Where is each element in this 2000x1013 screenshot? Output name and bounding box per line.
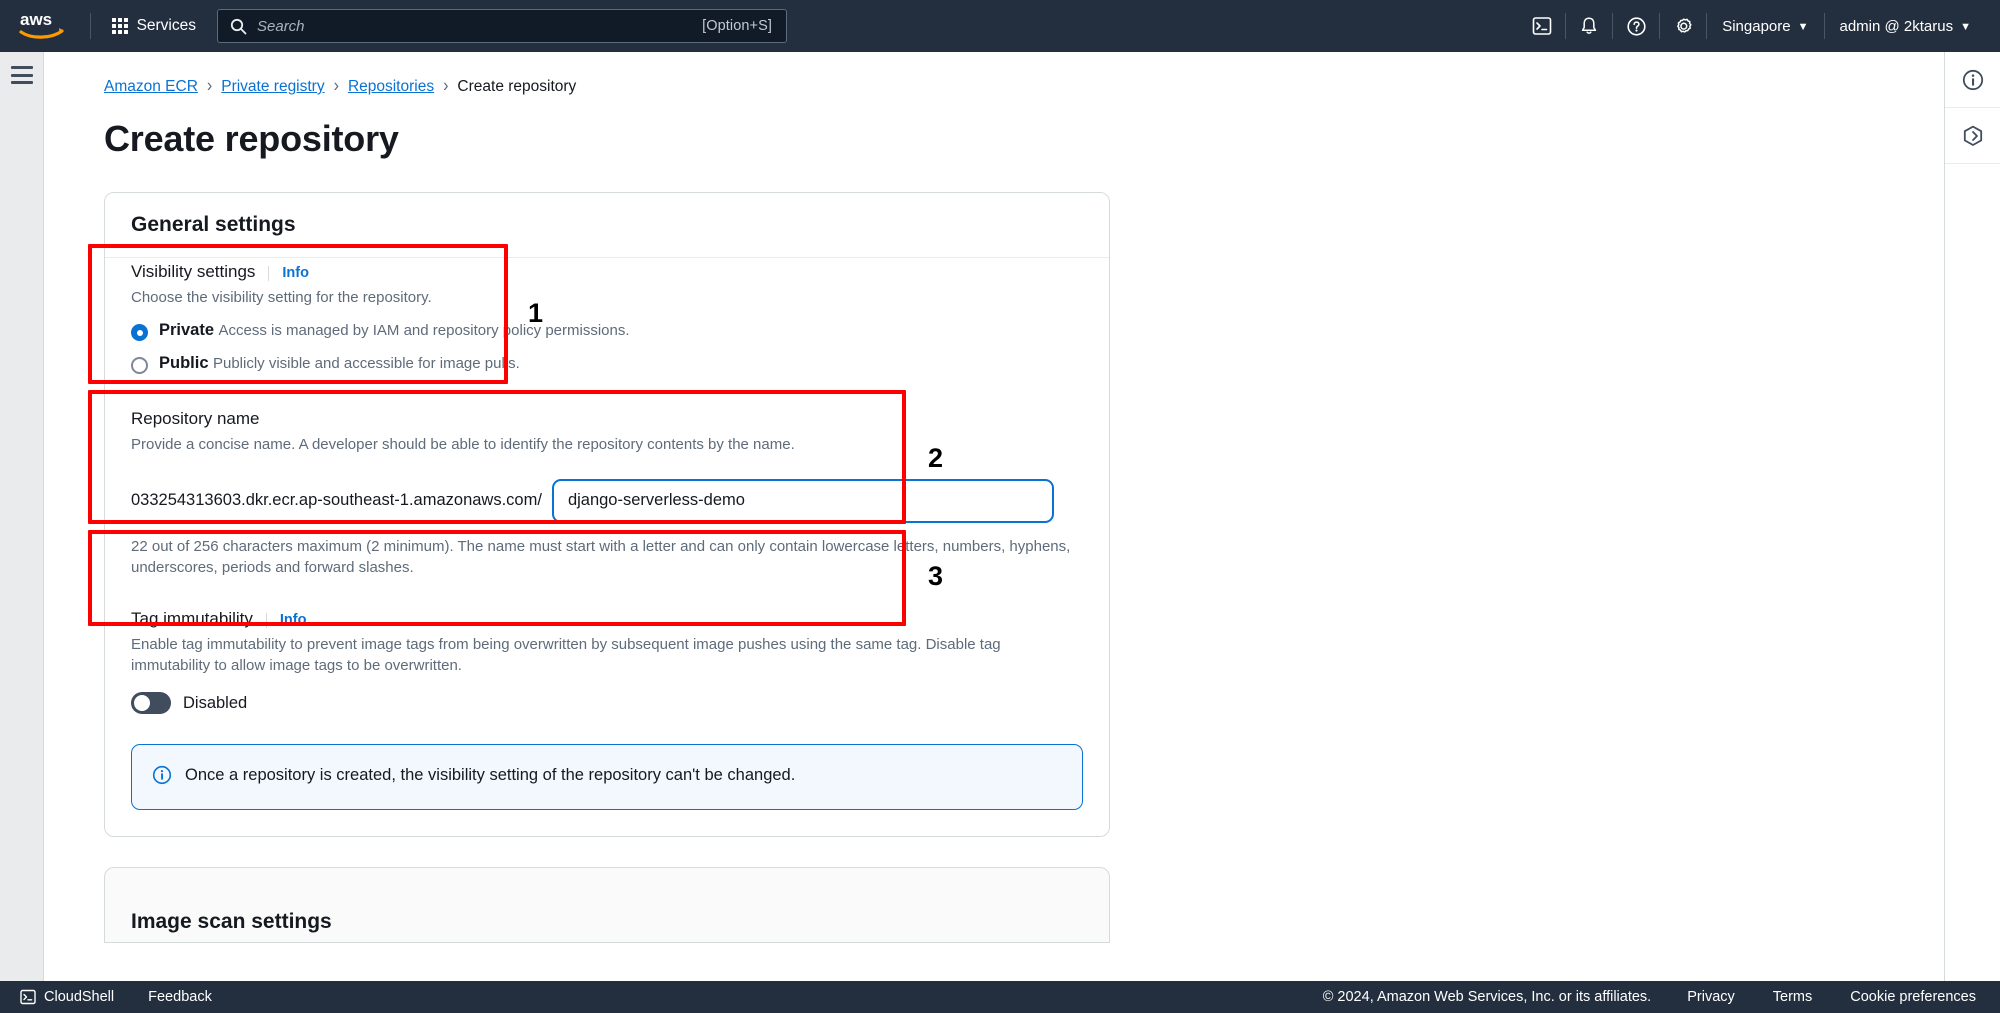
breadcrumb-separator-icon: › — [206, 76, 213, 97]
terms-link[interactable]: Terms — [1771, 985, 1814, 1009]
repository-name-input[interactable] — [551, 478, 1054, 523]
privacy-link[interactable]: Privacy — [1685, 985, 1737, 1009]
page-title: Create repository — [104, 118, 399, 159]
radio-label-private: Private — [159, 321, 215, 339]
radio-indicator-private[interactable] — [131, 324, 148, 341]
footer-left-group: CloudShell Feedback — [14, 985, 214, 1009]
breadcrumb: Amazon ECR › Private registry › Reposito… — [44, 52, 1944, 96]
cloudshell-button[interactable]: CloudShell — [14, 985, 120, 1009]
general-settings-body: Visibility settings Info Choose the visi… — [105, 258, 1109, 836]
main-content-area: Amazon ECR › Private registry › Reposito… — [44, 52, 1944, 981]
info-panel-icon[interactable] — [1945, 52, 2000, 108]
tag-immutability-label-row: Tag immutability Info — [131, 605, 1083, 629]
general-settings-heading: General settings — [131, 213, 296, 236]
chevron-down-icon: ▼ — [1797, 20, 1809, 33]
radio-texts: Private Access is managed by IAM and rep… — [159, 321, 630, 341]
right-tools-rail — [1944, 52, 2000, 981]
account-menu[interactable]: admin @ 2ktarus ▼ — [1825, 0, 1987, 52]
tag-immutability-label: Tag immutability — [131, 609, 253, 628]
tag-immutability-description: Enable tag immutability to prevent image… — [131, 636, 1001, 674]
tag-immutability-info-link[interactable]: Info — [265, 612, 306, 628]
toggle-switch-indicator[interactable] — [131, 692, 171, 714]
visibility-info-alert: Once a repository is created, the visibi… — [131, 744, 1083, 810]
aws-console-page: aws Services [Option+S] — [0, 0, 2000, 1013]
breadcrumb-item-create-repository: Create repository — [457, 78, 577, 95]
annotation-number-3: 3 — [928, 561, 944, 591]
shortcuts-hexagon-icon[interactable] — [1945, 108, 2000, 164]
grid-icon — [112, 18, 128, 34]
breadcrumb-item-private-registry[interactable]: Private registry — [221, 78, 324, 96]
region-selector[interactable]: Singapore ▼ — [1707, 0, 1823, 52]
image-scan-settings-card: Image scan settings — [104, 867, 1110, 943]
breadcrumb-item-repositories[interactable]: Repositories — [348, 78, 434, 96]
visibility-settings-label: Visibility settings — [131, 262, 256, 281]
notifications-bell-icon[interactable] — [1566, 0, 1612, 52]
services-menu-button[interactable]: Services — [103, 10, 205, 42]
image-scan-settings-heading: Image scan settings — [131, 910, 332, 933]
repository-name-group: Repository name Provide a concise name. … — [131, 405, 1083, 580]
services-label: Services — [136, 17, 196, 34]
breadcrumb-separator-icon: › — [443, 76, 449, 97]
cloudshell-icon[interactable] — [1519, 0, 1565, 52]
radio-label-public: Public — [159, 354, 209, 373]
footer-bar: CloudShell Feedback © 2024, Amazon Web S… — [0, 981, 2000, 1013]
search-shortcut-hint: [Option+S] — [702, 18, 772, 34]
chevron-down-icon: ▼ — [1960, 20, 1971, 33]
cloudshell-icon — [20, 989, 36, 1005]
visibility-radio-public[interactable]: Public Publicly visible and accessible f… — [131, 354, 1083, 375]
radio-indicator-public[interactable] — [131, 357, 148, 375]
region-label: Singapore — [1722, 17, 1791, 35]
hamburger-menu-icon[interactable] — [11, 66, 33, 84]
search-icon — [230, 18, 247, 35]
repository-registry-prefix: 033254313603.dkr.ecr.ap-southeast-1.amaz… — [131, 491, 542, 509]
visibility-settings-group: Visibility settings Info Choose the visi… — [131, 258, 1083, 375]
cookie-preferences-link[interactable]: Cookie preferences — [1848, 985, 1978, 1009]
tag-immutability-toggle[interactable]: Disabled — [131, 692, 1083, 714]
annotation-number-2: 2 — [928, 443, 944, 473]
visibility-radio-private[interactable]: Private Access is managed by IAM and rep… — [131, 321, 1083, 341]
search-input[interactable] — [257, 17, 703, 35]
global-search-box[interactable]: [Option+S] — [217, 9, 787, 43]
settings-gear-icon[interactable] — [1660, 0, 1706, 52]
info-circle-icon — [152, 765, 172, 790]
top-navigation-bar: aws Services [Option+S] — [0, 0, 2000, 52]
alert-message: Once a repository is created, the visibi… — [185, 766, 796, 784]
repository-name-input-row: 033254313603.dkr.ecr.ap-southeast-1.amaz… — [131, 478, 1083, 523]
breadcrumb-item-amazon-ecr[interactable]: Amazon ECR — [104, 78, 198, 96]
top-navigation-right-group: Singapore ▼ admin @ 2ktarus ▼ — [1519, 0, 1986, 52]
toggle-state-label: Disabled — [183, 693, 248, 712]
footer-right-group: © 2024, Amazon Web Services, Inc. or its… — [1323, 985, 1978, 1009]
account-label: admin @ 2ktarus — [1839, 17, 1954, 35]
nav-divider — [90, 13, 91, 39]
annotation-number-1: 1 — [528, 298, 544, 328]
radio-texts: Public Publicly visible and accessible f… — [159, 354, 520, 374]
repository-name-label: Repository name — [131, 408, 260, 428]
feedback-link[interactable]: Feedback — [146, 985, 214, 1009]
copyright-text: © 2024, Amazon Web Services, Inc. or its… — [1322, 989, 1652, 1005]
help-question-icon[interactable] — [1613, 0, 1659, 52]
radio-description-private: Access is managed by IAM and repository … — [218, 322, 630, 339]
repository-name-label-row: Repository name — [131, 405, 1083, 429]
tag-immutability-group: Tag immutability Info Enable tag immutab… — [131, 605, 1083, 714]
breadcrumb-separator-icon: › — [333, 76, 339, 97]
aws-logo-icon[interactable]: aws — [18, 9, 66, 43]
general-settings-card: General settings Visibility settings Inf… — [104, 192, 1110, 837]
general-settings-header: General settings — [105, 193, 1109, 258]
visibility-settings-label-row: Visibility settings Info — [131, 258, 1083, 282]
radio-description-public: Publicly visible and accessible for imag… — [212, 355, 520, 373]
svg-text:aws: aws — [20, 10, 52, 29]
left-navigation-rail — [0, 52, 44, 981]
cloudshell-label: CloudShell — [44, 989, 115, 1005]
visibility-info-link[interactable]: Info — [268, 265, 309, 281]
visibility-settings-description: Choose the visibility setting for the re… — [131, 289, 432, 306]
